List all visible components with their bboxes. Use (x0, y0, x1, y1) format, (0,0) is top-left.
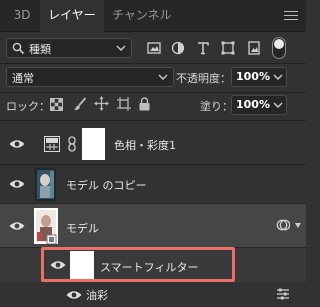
link-icon[interactable] (67, 136, 77, 152)
fill-label: 塗り： (200, 100, 233, 113)
fill-input[interactable]: 100% (231, 95, 287, 115)
layer-thumbnail[interactable] (35, 168, 56, 201)
lock-icon[interactable] (139, 97, 150, 111)
layer-name: 色相・彩度1 (114, 139, 176, 152)
smart-object-filter-icon[interactable] (247, 41, 261, 55)
fill-value: 100% (236, 98, 270, 111)
eye-icon[interactable] (9, 179, 25, 189)
chevron-down-icon (273, 74, 283, 80)
move-icon[interactable] (94, 96, 109, 111)
filter-row-oil-paint[interactable] (0, 283, 306, 307)
divider (0, 63, 306, 64)
brush-icon[interactable] (73, 97, 87, 112)
filter-kind-select[interactable]: 種類 (6, 38, 132, 58)
filter-toggle[interactable] (272, 37, 286, 59)
lock-transparent-pixels-icon[interactable] (50, 98, 63, 111)
adjustment-layer-icon (44, 136, 60, 152)
eye-icon[interactable] (66, 290, 82, 300)
filter-blending-options-icon[interactable] (276, 288, 290, 300)
blend-mode-value: 通常 (12, 72, 34, 85)
tab-layers[interactable]: レイヤー (40, 0, 104, 33)
divider (0, 120, 306, 121)
highlight-box (41, 247, 235, 282)
shape-layer-filter-icon[interactable] (221, 41, 235, 55)
pixel-layer-filter-icon[interactable] (147, 41, 161, 55)
collapse-arrow-icon[interactable] (295, 222, 302, 229)
layer-name: モデル のコピー (66, 179, 147, 192)
divider (0, 92, 306, 93)
eye-icon[interactable] (9, 139, 25, 149)
layer-name: 油彩 (86, 289, 108, 302)
filter-kind-label: 種類 (29, 43, 51, 56)
search-icon (12, 42, 25, 55)
layer-thumbnail[interactable] (34, 208, 58, 244)
opacity-label: 不透明度： (176, 72, 231, 85)
lock-label: ロック： (6, 100, 50, 113)
eye-icon[interactable] (9, 221, 25, 231)
opacity-input[interactable]: 100% (231, 67, 287, 87)
adjustment-layer-filter-icon[interactable] (171, 41, 185, 55)
chevron-down-icon (158, 74, 168, 80)
opacity-value: 100% (236, 70, 270, 83)
tab-3d[interactable]: 3D (0, 0, 40, 32)
type-layer-filter-icon[interactable] (196, 41, 210, 55)
blend-mode-select[interactable]: 通常 (6, 67, 174, 87)
chevron-down-icon (116, 45, 126, 51)
tab-channels[interactable]: チャンネル (112, 0, 202, 32)
panel-menu-icon[interactable] (284, 11, 298, 21)
artboard-icon[interactable] (117, 97, 131, 111)
layer-mask-thumbnail[interactable] (82, 128, 105, 160)
layer-name: モデル (66, 222, 99, 235)
smart-filter-options-icon[interactable] (276, 219, 290, 231)
chevron-down-icon (273, 102, 283, 108)
